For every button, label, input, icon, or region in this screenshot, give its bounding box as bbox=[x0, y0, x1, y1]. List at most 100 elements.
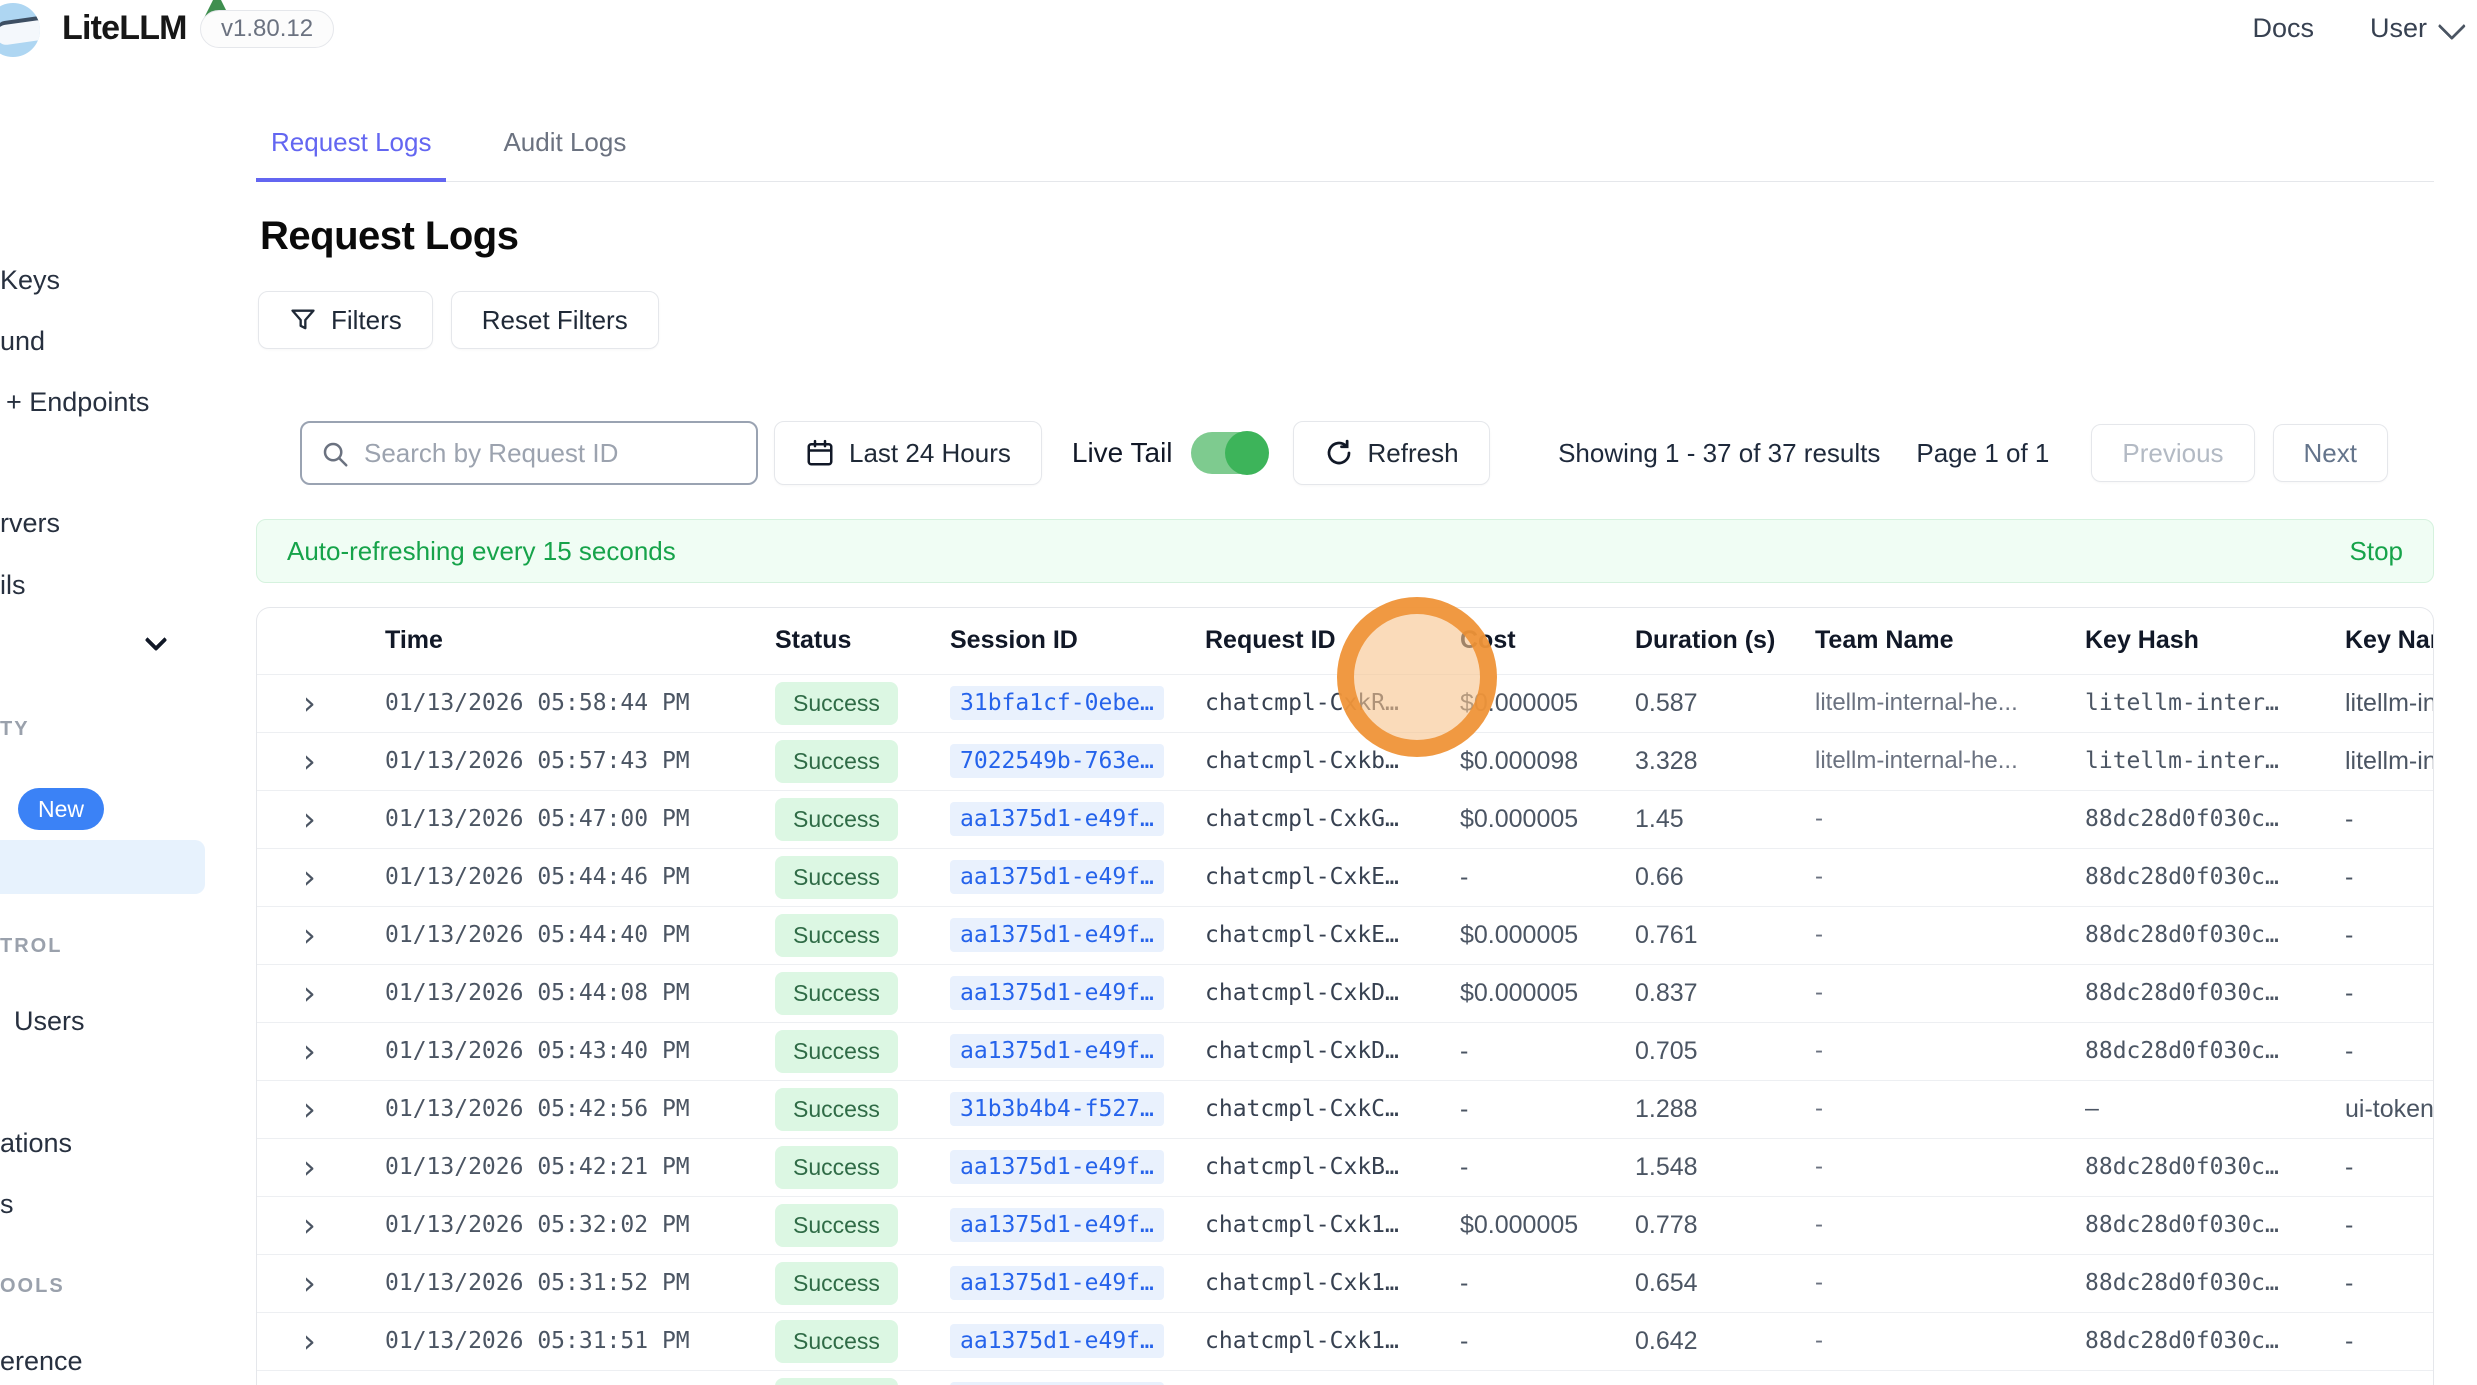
request-id-cell: chatcmpl-CxkD… bbox=[1181, 1022, 1436, 1080]
row-expander-icon[interactable]: › bbox=[303, 684, 316, 722]
session-cell: aa1375d1-e49f… bbox=[926, 1196, 1181, 1254]
table-row[interactable]: ›01/13/2026 05:31:38 PMSuccessaa1375d1-e… bbox=[257, 1370, 2434, 1385]
sidebar-item-keys[interactable]: Keys bbox=[0, 265, 60, 296]
sidebar-item-api-reference[interactable]: erence bbox=[0, 1346, 83, 1377]
row-expander-icon[interactable]: › bbox=[303, 1264, 316, 1302]
row-expander-icon[interactable]: › bbox=[303, 1322, 316, 1360]
table-row[interactable]: ›01/13/2026 05:47:00 PMSuccessaa1375d1-e… bbox=[257, 790, 2434, 848]
sidebar-item-internal-users[interactable]: Users bbox=[14, 1006, 85, 1037]
cost-cell: $0.000005 bbox=[1436, 1196, 1611, 1254]
refresh-button[interactable]: Refresh bbox=[1293, 421, 1490, 485]
tab-request-logs[interactable]: Request Logs bbox=[256, 127, 446, 182]
row-expander-icon[interactable]: › bbox=[303, 858, 316, 896]
row-expander-icon[interactable]: › bbox=[303, 800, 316, 838]
row-expander-icon[interactable]: › bbox=[303, 742, 316, 780]
key-hash-cell: 88dc28d0f030c… bbox=[2061, 1254, 2321, 1312]
sidebar-item-servers[interactable]: rvers bbox=[0, 508, 60, 539]
key-name-cell: litellm-int bbox=[2321, 732, 2434, 790]
row-expander-icon[interactable]: › bbox=[303, 1148, 316, 1186]
time-range-label: Last 24 Hours bbox=[849, 438, 1011, 469]
next-page-button[interactable]: Next bbox=[2273, 424, 2388, 482]
key-name-cell: - bbox=[2321, 848, 2434, 906]
live-tail-toggle[interactable] bbox=[1191, 432, 1267, 474]
session-id-link[interactable]: aa1375d1-e49f… bbox=[950, 1266, 1164, 1300]
session-id-link[interactable]: aa1375d1-e49f… bbox=[950, 1034, 1164, 1068]
expander-cell: › bbox=[257, 790, 361, 848]
sidebar-item-guardrails[interactable]: ils bbox=[0, 570, 26, 601]
key-name-cell: litellm-int bbox=[2321, 674, 2434, 732]
new-badge: New bbox=[18, 788, 104, 830]
session-id-link[interactable]: aa1375d1-e49f… bbox=[950, 918, 1164, 952]
status-badge: Success bbox=[775, 740, 898, 783]
table-row[interactable]: ›01/13/2026 05:44:08 PMSuccessaa1375d1-e… bbox=[257, 964, 2434, 1022]
reset-filters-button[interactable]: Reset Filters bbox=[451, 291, 659, 349]
stop-auto-refresh-button[interactable]: Stop bbox=[2350, 536, 2404, 567]
row-expander-icon[interactable]: › bbox=[303, 974, 316, 1012]
cost-cell: - bbox=[1436, 1080, 1611, 1138]
duration-cell: 1.548 bbox=[1611, 1138, 1791, 1196]
tab-audit-logs[interactable]: Audit Logs bbox=[488, 127, 641, 181]
request-id-cell: chatcmpl-CxkD… bbox=[1181, 964, 1436, 1022]
sidebar-item-teams[interactable]: s bbox=[0, 1189, 14, 1220]
docs-link[interactable]: Docs bbox=[2252, 13, 2314, 44]
team-name-cell: - bbox=[1791, 1312, 2061, 1370]
session-id-link[interactable]: 31b3b4b4-f527… bbox=[950, 1092, 1164, 1126]
session-cell: aa1375d1-e49f… bbox=[926, 1022, 1181, 1080]
table-row[interactable]: ›01/13/2026 05:57:43 PMSuccess7022549b-7… bbox=[257, 732, 2434, 790]
session-id-link[interactable]: aa1375d1-e49f… bbox=[950, 1324, 1164, 1358]
table-row[interactable]: ›01/13/2026 05:44:40 PMSuccessaa1375d1-e… bbox=[257, 906, 2434, 964]
toggle-knob bbox=[1225, 431, 1269, 475]
session-id-link[interactable]: 7022549b-763e… bbox=[950, 744, 1164, 778]
team-name-cell: - bbox=[1791, 1022, 2061, 1080]
table-row[interactable]: ›01/13/2026 05:43:40 PMSuccessaa1375d1-e… bbox=[257, 1022, 2434, 1080]
session-id-link[interactable]: 31bfa1cf-0ebe… bbox=[950, 686, 1164, 720]
page-indicator: Page 1 of 1 bbox=[1916, 438, 2049, 469]
sidebar-collapse-chevron-icon[interactable] bbox=[148, 632, 164, 648]
table-row[interactable]: ›01/13/2026 05:31:52 PMSuccessaa1375d1-e… bbox=[257, 1254, 2434, 1312]
cost-cell: $0.000005 bbox=[1436, 790, 1611, 848]
session-id-link[interactable]: aa1375d1-e49f… bbox=[950, 976, 1164, 1010]
session-id-link[interactable]: aa1375d1-e49f… bbox=[950, 802, 1164, 836]
col-status: Status bbox=[751, 608, 926, 674]
filters-button[interactable]: Filters bbox=[258, 291, 433, 349]
logs-toolbar: Last 24 Hours Live Tail Refresh Showing … bbox=[256, 421, 2434, 485]
status-badge: Success bbox=[775, 1030, 898, 1073]
session-id-link[interactable]: aa1375d1-e49f… bbox=[950, 1208, 1164, 1242]
key-hash-cell: 88dc28d0f030c… bbox=[2061, 1312, 2321, 1370]
session-id-link[interactable]: aa1375d1-e49f… bbox=[950, 860, 1164, 894]
table-row[interactable]: ›01/13/2026 05:44:46 PMSuccessaa1375d1-e… bbox=[257, 848, 2434, 906]
team-name-cell: - bbox=[1791, 1196, 2061, 1254]
table-row[interactable]: ›01/13/2026 05:42:21 PMSuccessaa1375d1-e… bbox=[257, 1138, 2434, 1196]
table-row[interactable]: ›01/13/2026 05:31:51 PMSuccessaa1375d1-e… bbox=[257, 1312, 2434, 1370]
key-name-cell: - bbox=[2321, 1370, 2434, 1385]
request-id-cell: chatcmpl-Cxkb… bbox=[1181, 732, 1436, 790]
row-expander-icon[interactable]: › bbox=[303, 1032, 316, 1070]
row-expander-icon[interactable]: › bbox=[303, 916, 316, 954]
sidebar-item-organizations[interactable]: ations bbox=[0, 1128, 72, 1159]
duration-cell: 0.66 bbox=[1611, 848, 1791, 906]
key-name-cell: - bbox=[2321, 790, 2434, 848]
sidebar-item-playground[interactable]: und bbox=[0, 326, 45, 357]
row-expander-icon[interactable]: › bbox=[303, 1380, 316, 1385]
user-menu[interactable]: User bbox=[2370, 13, 2459, 44]
row-expander-icon[interactable]: › bbox=[303, 1206, 316, 1244]
table-row[interactable]: ›01/13/2026 05:42:56 PMSuccess31b3b4b4-f… bbox=[257, 1080, 2434, 1138]
search-input[interactable] bbox=[300, 421, 758, 485]
session-cell: aa1375d1-e49f… bbox=[926, 964, 1181, 1022]
status-badge: Success bbox=[775, 914, 898, 957]
team-name-cell: - bbox=[1791, 848, 2061, 906]
cost-cell: - bbox=[1436, 1254, 1611, 1312]
previous-page-button[interactable]: Previous bbox=[2091, 424, 2254, 482]
duration-cell: 0.837 bbox=[1611, 964, 1791, 1022]
row-expander-icon[interactable]: › bbox=[303, 1090, 316, 1128]
request-id-cell: chatcmpl-Cxk1… bbox=[1181, 1370, 1436, 1385]
session-id-link[interactable]: aa1375d1-e49f… bbox=[950, 1150, 1164, 1184]
auto-refresh-message: Auto-refreshing every 15 seconds bbox=[287, 536, 676, 567]
sidebar-item-logs-selected[interactable] bbox=[0, 840, 205, 894]
time-cell: 01/13/2026 05:44:08 PM bbox=[361, 964, 751, 1022]
sidebar-item-models-endpoints[interactable]: + Endpoints bbox=[6, 387, 149, 418]
auto-refresh-banner: Auto-refreshing every 15 seconds Stop bbox=[256, 519, 2434, 583]
table-row[interactable]: ›01/13/2026 05:58:44 PMSuccess31bfa1cf-0… bbox=[257, 674, 2434, 732]
time-range-button[interactable]: Last 24 Hours bbox=[774, 421, 1042, 485]
table-row[interactable]: ›01/13/2026 05:32:02 PMSuccessaa1375d1-e… bbox=[257, 1196, 2434, 1254]
